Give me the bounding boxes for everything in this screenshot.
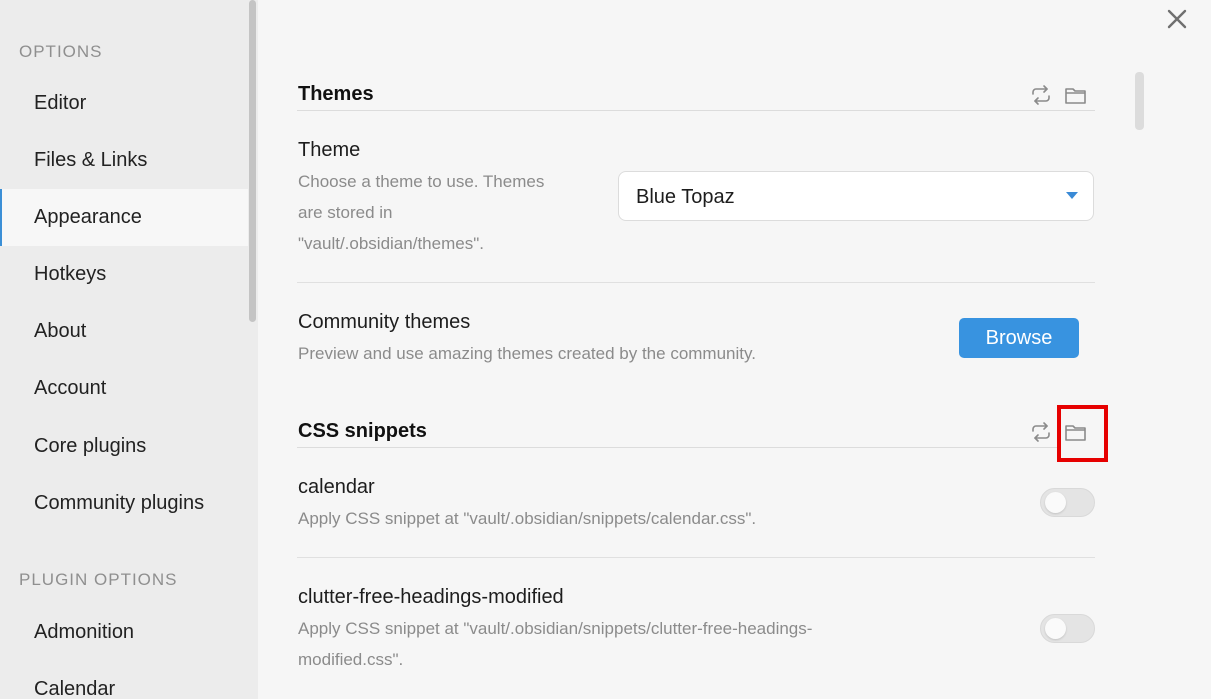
sidebar-item-community-plugins[interactable]: Community plugins <box>0 475 248 532</box>
theme-setting-name: Theme <box>298 139 361 161</box>
reload-icon <box>1032 85 1050 105</box>
themes-open-folder-button[interactable] <box>1063 82 1089 108</box>
sidebar-section-options: OPTIONS <box>19 42 103 61</box>
snippet-name-calendar: calendar <box>298 476 375 498</box>
theme-dropdown[interactable]: Blue Topaz <box>618 171 1094 221</box>
settings-sidebar: OPTIONS Editor Files & Links Appearance … <box>0 0 248 699</box>
themes-heading-divider <box>297 110 1095 111</box>
folder-icon <box>1065 88 1086 104</box>
close-icon <box>1167 9 1187 29</box>
setting-divider <box>297 282 1095 283</box>
folder-icon <box>1065 425 1086 441</box>
snippet-name-clutter-free-headings: clutter-free-headings-modified <box>298 586 564 608</box>
theme-setting-description: Choose a theme to use. Themes are stored… <box>298 172 545 253</box>
sidebar-item-files-links[interactable]: Files & Links <box>0 132 248 189</box>
sidebar-scrollbar[interactable] <box>248 0 258 699</box>
community-themes-name: Community themes <box>298 311 471 333</box>
setting-divider <box>297 557 1095 558</box>
close-button[interactable] <box>1164 6 1190 32</box>
reload-icon <box>1032 422 1050 442</box>
themes-heading: Themes <box>298 83 374 105</box>
toggle-knob <box>1045 618 1066 639</box>
sidebar-item-editor[interactable]: Editor <box>0 75 248 132</box>
chevron-down-icon <box>1066 192 1078 199</box>
sidebar-item-calendar[interactable]: Calendar <box>0 661 248 699</box>
theme-dropdown-value: Blue Topaz <box>636 186 735 208</box>
sidebar-item-appearance[interactable]: Appearance <box>0 189 248 246</box>
sidebar-item-core-plugins[interactable]: Core plugins <box>0 418 248 475</box>
snippets-heading-divider <box>297 447 1057 448</box>
sidebar-item-hotkeys[interactable]: Hotkeys <box>0 246 248 303</box>
snippets-reload-button[interactable] <box>1028 419 1054 445</box>
sidebar-item-admonition[interactable]: Admonition <box>0 604 248 661</box>
sidebar-scrollbar-thumb[interactable] <box>249 0 256 322</box>
toggle-knob <box>1045 492 1066 513</box>
sidebar-item-account[interactable]: Account <box>0 360 248 417</box>
community-themes-description: Preview and use amazing themes created b… <box>298 344 756 363</box>
sidebar-item-about[interactable]: About <box>0 303 248 360</box>
snippet-toggle-calendar[interactable] <box>1040 488 1095 517</box>
snippet-description-clutter-free-headings: Apply CSS snippet at "vault/.obsidian/sn… <box>298 619 813 669</box>
content-scrollbar-thumb[interactable] <box>1135 72 1144 130</box>
themes-reload-button[interactable] <box>1028 82 1054 108</box>
browse-button[interactable]: Browse <box>959 318 1079 358</box>
snippets-open-folder-button[interactable] <box>1063 419 1089 445</box>
snippet-description-calendar: Apply CSS snippet at "vault/.obsidian/sn… <box>298 509 757 528</box>
snippet-toggle-clutter-free-headings[interactable] <box>1040 614 1095 643</box>
css-snippets-heading: CSS snippets <box>298 420 427 442</box>
sidebar-section-plugin-options: PLUGIN OPTIONS <box>19 570 178 589</box>
